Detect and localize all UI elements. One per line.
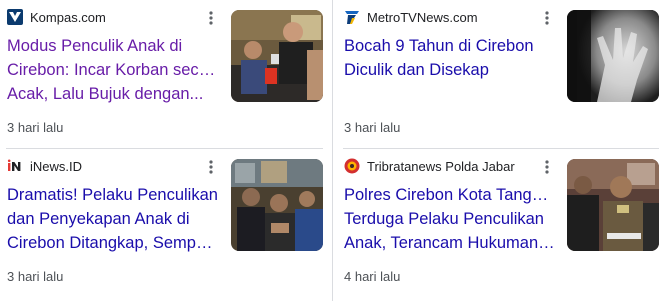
headline-line: Modus Penculik Anak di	[7, 37, 183, 55]
more-options-icon[interactable]	[203, 157, 219, 177]
headline-line: Acak, Lalu Bujuk dengan...	[7, 85, 204, 103]
headline-link[interactable]: Dramatis! Pelaku Penculikan dan Penyekap…	[7, 183, 219, 255]
headline-line: Bocah 9 Tahun di Cirebon	[344, 37, 534, 55]
news-card-kompas[interactable]: Kompas.com Modus Penculik Anak di Cirebo…	[7, 0, 323, 148]
news-card-tribratanews[interactable]: Tribratanews Polda Jabar Polres Cirebon …	[344, 149, 660, 297]
column-divider	[332, 0, 333, 301]
headline-line: Cirebon Ditangkap, Sempat...	[7, 234, 219, 252]
news-card-metrotv[interactable]: MetroTVNews.com Bocah 9 Tahun di Cirebon…	[344, 0, 660, 148]
inews-logo-icon	[7, 158, 23, 174]
source-name: Tribratanews Polda Jabar	[367, 158, 515, 174]
headline-line: Cirebon: Incar Korban secara	[7, 61, 219, 79]
source-row: iNews.ID	[7, 157, 82, 175]
publish-time: 4 hari lalu	[344, 269, 401, 284]
headline-line: Anak, Terancam Hukuman 1...	[344, 234, 556, 252]
more-options-icon[interactable]	[539, 157, 555, 177]
top-stories-grid: Kompas.com Modus Penculik Anak di Cirebo…	[0, 0, 666, 301]
source-row: MetroTVNews.com	[344, 8, 478, 26]
thumbnail-image[interactable]	[231, 10, 323, 102]
headline-line: Polres Cirebon Kota Tangkap	[344, 186, 556, 204]
headline-link[interactable]: Bocah 9 Tahun di Cirebon Diculik dan Dis…	[344, 34, 556, 106]
thumbnail-image[interactable]	[231, 159, 323, 251]
headline-line: dan Penyekapan Anak di	[7, 210, 190, 228]
publish-time: 3 hari lalu	[7, 120, 64, 135]
kompas-logo-icon	[7, 9, 23, 25]
thumbnail-image[interactable]	[567, 159, 659, 251]
tribratanews-logo-icon	[344, 158, 360, 174]
source-row: Kompas.com	[7, 8, 106, 26]
news-card-inews[interactable]: iNews.ID Dramatis! Pelaku Penculikan dan…	[7, 149, 323, 297]
more-options-icon[interactable]	[539, 8, 555, 28]
source-name: iNews.ID	[30, 158, 83, 174]
headline-line: Diculik dan Disekap	[344, 61, 489, 79]
headline-link[interactable]: Polres Cirebon Kota Tangkap Terduga Pela…	[344, 183, 556, 255]
publish-time: 3 hari lalu	[344, 120, 401, 135]
source-name: Kompas.com	[30, 9, 106, 25]
headline-link[interactable]: Modus Penculik Anak di Cirebon: Incar Ko…	[7, 34, 219, 106]
source-row: Tribratanews Polda Jabar	[344, 157, 515, 175]
headline-line: Terduga Pelaku Penculikan	[344, 210, 544, 228]
source-name: MetroTVNews.com	[367, 9, 478, 25]
publish-time: 3 hari lalu	[7, 269, 64, 284]
headline-line: Dramatis! Pelaku Penculikan	[7, 186, 218, 204]
more-options-icon[interactable]	[203, 8, 219, 28]
thumbnail-image[interactable]	[567, 10, 659, 102]
metrotv-logo-icon	[344, 9, 360, 25]
